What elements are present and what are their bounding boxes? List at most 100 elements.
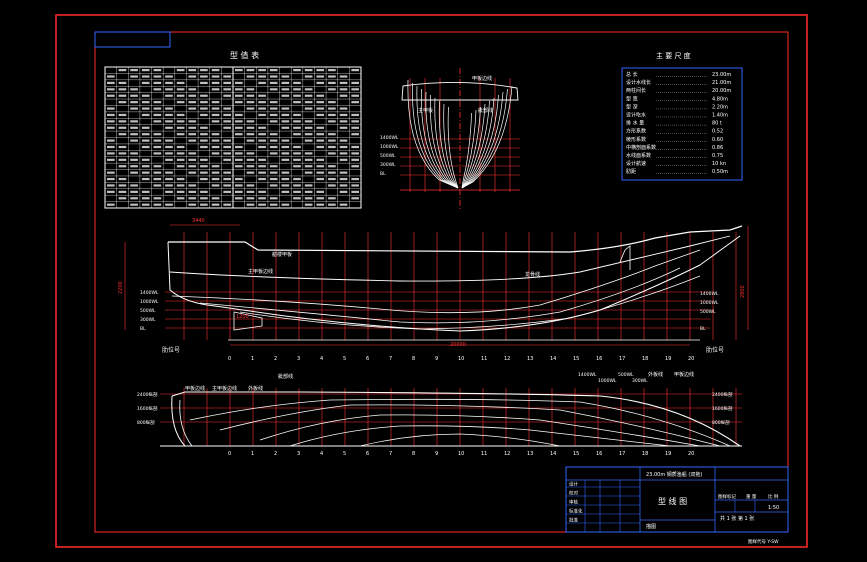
offset-table-cell xyxy=(281,139,290,142)
hb-station-number: 2 xyxy=(274,451,277,457)
profile-station-number: 8 xyxy=(412,356,415,362)
offset-table-cell xyxy=(165,145,173,149)
hb-wl-1000 xyxy=(219,404,721,447)
offset-table-cell xyxy=(235,113,243,117)
profile-waterline-labels-right: 1400WL 1000WL 500WL BL xyxy=(700,291,719,332)
offset-table-cell xyxy=(235,158,243,161)
offset-table-cell xyxy=(269,165,278,168)
offset-table-cell xyxy=(316,107,325,110)
offset-table-cell xyxy=(118,145,127,149)
hb-transom-inner xyxy=(179,399,193,447)
offset-table-cell xyxy=(107,177,115,181)
offset-table-cell xyxy=(258,171,266,174)
offset-table-cell xyxy=(281,120,290,123)
offset-table-cell xyxy=(211,203,220,206)
body-label-deck: 甲板边线 xyxy=(472,75,492,82)
profile-buttock-2 xyxy=(199,267,681,324)
offset-table-cell xyxy=(328,139,336,142)
hb-station-number: 5 xyxy=(343,451,346,457)
offset-table-cell xyxy=(316,113,325,117)
offset-table-cell xyxy=(269,197,278,200)
hb-station-number: 10 xyxy=(458,451,464,457)
principal-row-value: 0.50m xyxy=(712,169,728,175)
offset-table-cell xyxy=(153,197,162,200)
offset-table-cell xyxy=(293,197,301,200)
offset-table-cell xyxy=(130,203,138,206)
offset-table-cell xyxy=(107,75,115,78)
body-section-fwd xyxy=(461,85,513,189)
offset-table-cell xyxy=(130,139,138,142)
offset-table-cell xyxy=(130,197,138,200)
offset-table-cell xyxy=(130,88,138,91)
offset-table-cell xyxy=(316,203,325,206)
offset-table-cell xyxy=(351,145,359,149)
offset-table-cell xyxy=(281,75,290,78)
half-breadth-grid xyxy=(160,388,742,446)
offset-table-cell xyxy=(130,120,138,123)
principal-row-label: 两柱间长 xyxy=(626,87,646,94)
offset-table-cell xyxy=(246,120,255,123)
offset-table-cell xyxy=(153,165,162,168)
offset-table-cell xyxy=(153,120,162,123)
offset-table-cell xyxy=(281,177,290,181)
offset-table-cell xyxy=(188,139,197,142)
hb-transom xyxy=(171,395,186,447)
corner-box xyxy=(94,31,171,48)
offset-table-cell xyxy=(281,152,290,155)
hb-label-shell-left: 外板线 xyxy=(248,385,263,392)
profile-bow-detail xyxy=(619,245,631,270)
offset-table-cell xyxy=(200,203,208,206)
offset-table-cell xyxy=(211,107,220,110)
profile-hull-lines xyxy=(167,225,743,341)
offset-table-cell xyxy=(223,88,231,91)
offset-table-cell xyxy=(130,75,138,78)
offset-table-cell xyxy=(258,94,266,97)
offset-table-cell xyxy=(153,171,162,174)
offset-table-cell xyxy=(211,69,220,72)
offset-table-cell xyxy=(246,107,255,110)
offset-table-cell xyxy=(269,203,278,206)
hb-station-number: 8 xyxy=(412,451,415,457)
offset-table-cell xyxy=(176,197,185,200)
hb-buttock-left-2400: 2400纵剖 xyxy=(137,391,158,398)
offset-table-cell xyxy=(211,139,220,142)
offset-table-cell xyxy=(223,184,231,187)
tb-weight-label: 重 量 xyxy=(746,493,757,500)
offset-table-cell xyxy=(118,88,127,91)
principal-row-label: 中横剖面系数 xyxy=(626,144,656,151)
offset-table-cell xyxy=(316,81,325,85)
hb-station-number: 17 xyxy=(619,451,625,457)
offset-table-cell xyxy=(316,126,325,129)
offset-table-cell xyxy=(176,133,185,136)
offset-table-cell xyxy=(200,101,208,104)
offset-table-cell xyxy=(223,113,231,117)
offset-table-cell xyxy=(153,107,162,110)
offset-table-cell xyxy=(269,184,278,187)
offset-table-cell xyxy=(176,158,185,161)
offset-table-cell xyxy=(258,158,266,161)
offset-table-cell xyxy=(316,133,325,136)
offset-table-cell xyxy=(351,101,359,104)
offset-table-cell xyxy=(130,152,138,155)
profile-grid xyxy=(124,224,749,346)
principal-row-label: 方形系数 xyxy=(626,128,646,135)
offset-table-cell xyxy=(351,94,359,97)
body-label-main-deck: 主甲板 xyxy=(418,107,433,114)
offset-table-cell xyxy=(351,133,359,136)
offset-table-cell xyxy=(188,158,197,161)
offset-table-cell xyxy=(339,81,348,85)
body-section-aft xyxy=(443,103,459,189)
hb-station-number: 4 xyxy=(320,451,323,457)
offset-table-cell xyxy=(316,145,325,149)
offset-table-cell xyxy=(258,177,266,181)
offset-table-cell xyxy=(316,69,325,72)
offset-table-cell xyxy=(316,165,325,168)
offset-table-grid xyxy=(104,66,362,209)
profile-wl-left-1000: 1000WL xyxy=(140,299,159,305)
hb-label-deck-edge: 甲板边线 xyxy=(185,385,205,392)
offset-table-cell xyxy=(351,152,359,155)
hb-wl-500 xyxy=(259,414,701,447)
offset-table-cell xyxy=(351,184,359,187)
profile-station-number: 13 xyxy=(527,356,533,362)
offset-table-cell xyxy=(281,203,290,206)
